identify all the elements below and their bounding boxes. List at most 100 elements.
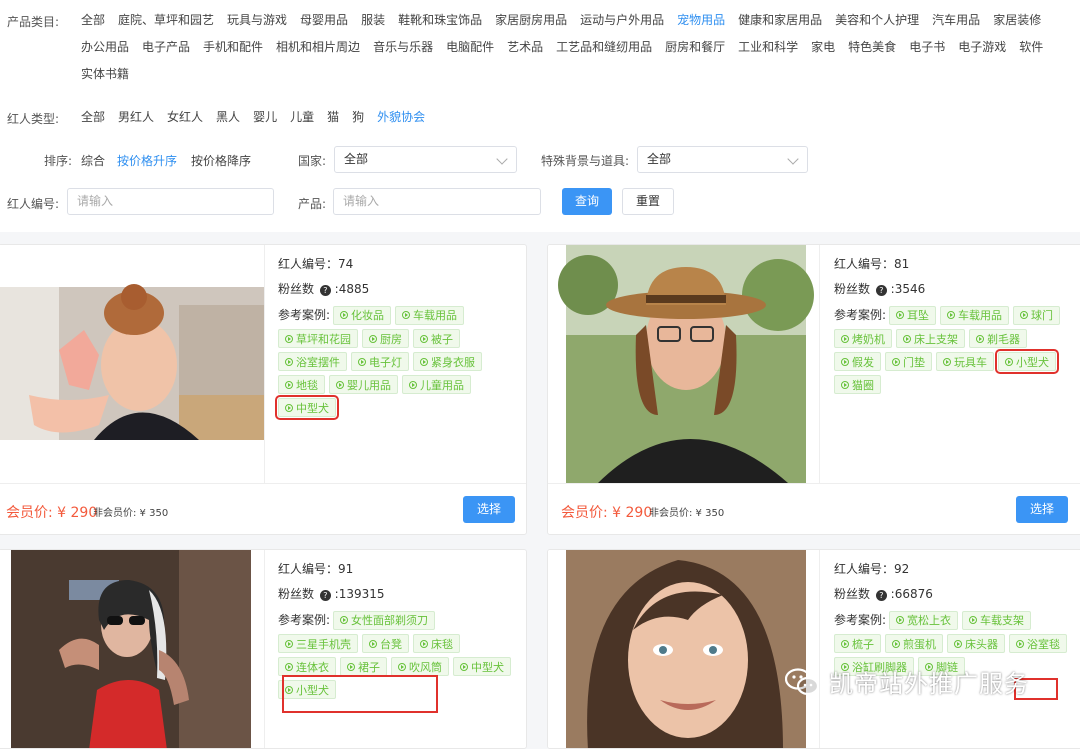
case-tag[interactable]: 台凳 xyxy=(362,634,409,653)
category-option[interactable]: 特色美食 xyxy=(848,40,896,55)
category-option[interactable]: 健康和家居用品 xyxy=(738,13,822,28)
case-tag[interactable]: 中型犬 xyxy=(453,657,511,676)
case-tag[interactable]: 草坪和花园 xyxy=(278,329,358,348)
category-option[interactable]: 家居装修 xyxy=(993,13,1041,28)
case-tag-label: 猫圈 xyxy=(852,378,874,392)
category-option[interactable]: 鞋靴和珠宝饰品 xyxy=(398,13,482,28)
category-option[interactable]: 宠物用品 xyxy=(677,13,725,28)
case-tag[interactable]: 浴室摆件 xyxy=(278,352,347,371)
case-tag[interactable]: 车载支架 xyxy=(962,610,1032,630)
query-button[interactable]: 查询 xyxy=(562,188,612,215)
case-tag[interactable]: 三星手机壳 xyxy=(278,634,358,653)
category-option[interactable]: 美容和个人护理 xyxy=(835,13,919,28)
category-option[interactable]: 电子产品 xyxy=(142,40,190,55)
sort-default[interactable]: 综合 xyxy=(81,152,105,169)
case-tag[interactable]: 床上支架 xyxy=(896,329,965,348)
case-tag[interactable]: 玩具车 xyxy=(936,352,994,371)
question-icon[interactable]: ? xyxy=(319,285,331,296)
influencer-type-option[interactable]: 外貌协会 xyxy=(377,110,425,125)
influencer-type-option[interactable]: 全部 xyxy=(81,110,105,125)
influencer-photo[interactable] xyxy=(0,245,265,483)
case-tag[interactable]: 化妆品 xyxy=(333,305,392,325)
case-tag[interactable]: 车载用品 xyxy=(395,305,465,325)
case-tag[interactable]: 吹风筒 xyxy=(391,657,449,676)
influencer-type-option[interactable]: 儿童 xyxy=(290,110,314,125)
background-select[interactable]: 全部 xyxy=(637,146,808,173)
country-select[interactable]: 全部 xyxy=(334,146,517,173)
category-option[interactable]: 家电 xyxy=(811,40,835,55)
case-tag[interactable]: 球门 xyxy=(1013,305,1061,325)
category-option[interactable]: 母婴用品 xyxy=(300,13,348,28)
category-option[interactable]: 手机和配件 xyxy=(203,40,263,55)
category-option[interactable]: 工艺品和缝纫用品 xyxy=(556,40,652,55)
category-option[interactable]: 运动与户外用品 xyxy=(580,13,664,28)
influencer-type-option[interactable]: 婴儿 xyxy=(253,110,277,125)
influencer-photo[interactable] xyxy=(548,245,820,483)
category-option[interactable]: 家居厨房用品 xyxy=(495,13,567,28)
category-option[interactable]: 电子游戏 xyxy=(958,40,1006,55)
influencer-type-option[interactable]: 女红人 xyxy=(167,110,203,125)
case-tag[interactable]: 梳子 xyxy=(834,634,881,653)
case-tag[interactable]: 中型犬 xyxy=(275,395,339,420)
case-tag[interactable]: 儿童用品 xyxy=(402,375,471,394)
influencer-id-input[interactable]: 请输入 xyxy=(67,188,274,215)
category-option[interactable]: 实体书籍 xyxy=(81,67,129,82)
category-option[interactable]: 软件 xyxy=(1019,40,1043,55)
sort-price-desc[interactable]: 按价格降序 xyxy=(191,152,251,169)
category-option[interactable]: 汽车用品 xyxy=(932,13,980,28)
category-option[interactable]: 相机和相片周边 xyxy=(276,40,360,55)
fans-label: 粉丝数 xyxy=(834,587,871,601)
influencer-type-option[interactable]: 男红人 xyxy=(118,110,154,125)
case-tag[interactable]: 床毯 xyxy=(413,634,460,653)
case-tag[interactable]: 厨房 xyxy=(362,329,409,348)
influencer-photo[interactable] xyxy=(0,550,265,748)
category-option[interactable]: 服装 xyxy=(361,13,385,28)
case-tag[interactable]: 车载用品 xyxy=(940,305,1010,325)
category-option[interactable]: 庭院、草坪和园艺 xyxy=(118,13,214,28)
category-option[interactable]: 电子书 xyxy=(909,40,945,55)
influencer-type-option[interactable]: 猫 xyxy=(327,110,339,125)
case-tag[interactable]: 女性面部剃须刀 xyxy=(333,610,436,630)
case-tag[interactable]: 浴室毯 xyxy=(1009,634,1067,653)
case-tag[interactable]: 床头器 xyxy=(947,634,1005,653)
case-tag[interactable]: 婴儿用品 xyxy=(329,375,398,394)
choose-button[interactable]: 选择 xyxy=(463,496,515,523)
case-tag[interactable]: 烤奶机 xyxy=(834,329,892,348)
case-tag[interactable]: 假发 xyxy=(834,352,881,371)
category-option[interactable]: 音乐与乐器 xyxy=(373,40,433,55)
background-select-value: 全部 xyxy=(647,152,672,166)
category-option[interactable]: 电脑配件 xyxy=(446,40,494,55)
case-tag[interactable]: 煎蛋机 xyxy=(885,634,943,653)
case-tag[interactable]: 连体衣 xyxy=(278,657,336,676)
category-option[interactable]: 玩具与游戏 xyxy=(227,13,287,28)
case-tag[interactable]: 被子 xyxy=(413,329,460,348)
question-icon[interactable]: ? xyxy=(875,285,887,296)
play-circle-icon xyxy=(841,639,849,648)
case-tag[interactable]: 宽松上衣 xyxy=(889,610,959,630)
category-option[interactable]: 全部 xyxy=(81,13,105,28)
case-tag[interactable]: 地毯 xyxy=(278,375,325,394)
case-tag[interactable]: 小型犬 xyxy=(995,349,1059,374)
product-input[interactable]: 请输入 xyxy=(333,188,541,215)
play-circle-icon xyxy=(285,380,293,389)
influencer-photo[interactable] xyxy=(548,550,820,748)
category-option[interactable]: 办公用品 xyxy=(81,40,129,55)
case-tag[interactable]: 电子灯 xyxy=(351,352,409,371)
influencer-type-option[interactable]: 狗 xyxy=(352,110,364,125)
question-icon[interactable]: ? xyxy=(875,590,887,601)
sort-price-asc[interactable]: 按价格升序 xyxy=(117,152,177,169)
case-tag-label: 床毯 xyxy=(431,637,453,651)
reset-button[interactable]: 重置 xyxy=(622,188,674,215)
category-option[interactable]: 工业和科学 xyxy=(738,40,798,55)
case-tag[interactable]: 门垫 xyxy=(885,352,932,371)
category-option[interactable]: 艺术品 xyxy=(507,40,543,55)
choose-button[interactable]: 选择 xyxy=(1016,496,1068,523)
case-tag[interactable]: 紧身衣服 xyxy=(413,352,482,371)
question-icon[interactable]: ? xyxy=(319,590,331,601)
case-tag[interactable]: 耳坠 xyxy=(889,305,937,325)
category-option[interactable]: 厨房和餐厅 xyxy=(665,40,725,55)
case-tag[interactable]: 猫圈 xyxy=(834,375,881,394)
case-tag[interactable]: 裙子 xyxy=(340,657,387,676)
influencer-type-option[interactable]: 黑人 xyxy=(216,110,240,125)
case-tag[interactable]: 剃毛器 xyxy=(969,329,1027,348)
